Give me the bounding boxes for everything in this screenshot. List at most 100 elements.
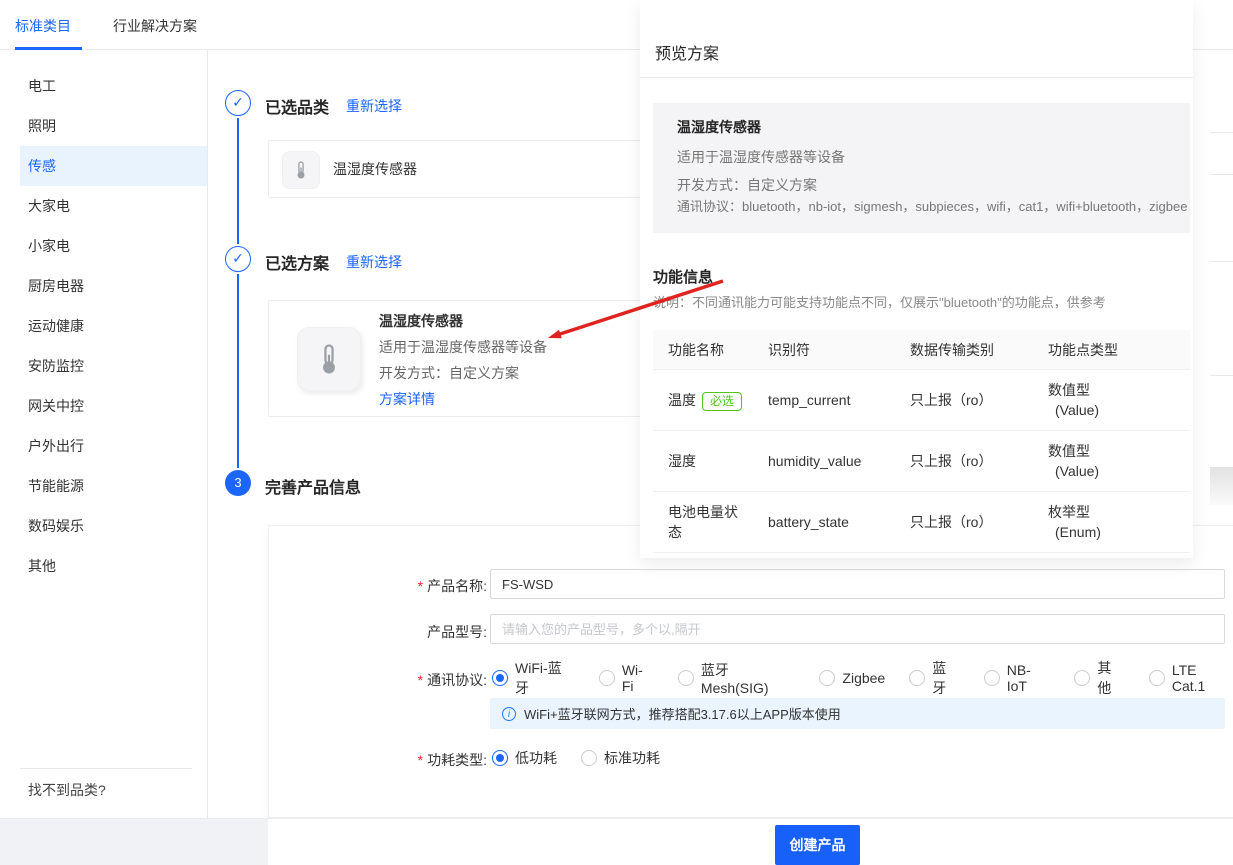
radio-checked-icon — [492, 670, 508, 686]
sidebar-item-electrician[interactable]: 电工 — [20, 66, 207, 106]
protocol-option-other[interactable]: 其他 — [1074, 658, 1124, 698]
protocol-label: 通讯协议: — [300, 670, 487, 690]
radio-icon — [1074, 670, 1090, 686]
sidebar-item-lighting[interactable]: 照明 — [20, 106, 207, 146]
info-icon: i — [502, 707, 516, 721]
cannot-find-category-link[interactable]: 找不到品类? — [28, 780, 106, 800]
col-transfer-type: 数据传输类别 — [910, 340, 1048, 360]
function-name: 湿度 — [668, 451, 768, 471]
radio-checked-icon — [492, 750, 508, 766]
sidebar-item-other[interactable]: 其他 — [20, 546, 207, 586]
sidebar-item-kitchen-appliance[interactable]: 厨房电器 — [20, 266, 207, 306]
step3-number: 3 — [234, 475, 241, 490]
radio-icon — [581, 750, 597, 766]
preview-solution-description: 适用于温湿度传感器等设备 — [677, 147, 1166, 167]
active-tab-underline — [15, 47, 82, 50]
protocol-option-wifi-ble[interactable]: WiFi-蓝牙 — [492, 658, 575, 698]
radio-icon — [984, 670, 1000, 686]
preview-dev-mode: 开发方式：自定义方案 — [677, 175, 1166, 195]
step3-number-circle: 3 — [225, 470, 251, 496]
protocol-option-ble-mesh[interactable]: 蓝牙Mesh(SIG) — [678, 660, 796, 696]
power-type-radio-group: 低功耗 标准功耗 — [492, 748, 660, 768]
sidebar-item-sensor[interactable]: 传感 — [20, 146, 207, 186]
preview-title-divider — [640, 77, 1193, 78]
function-identifier: temp_current — [768, 392, 910, 408]
protocol-option-zigbee[interactable]: Zigbee — [819, 670, 885, 686]
footer-bar — [268, 819, 1233, 865]
function-table: 功能名称 识别符 数据传输类别 功能点类型 温度必选 temp_current … — [653, 330, 1190, 553]
tab-industry-solution[interactable]: 行业解决方案 — [113, 16, 197, 36]
preview-solution-name: 温湿度传感器 — [677, 117, 1166, 137]
step-connector-line — [237, 274, 239, 468]
function-identifier: humidity_value — [768, 453, 910, 469]
function-type: 数值型 — [1048, 441, 1190, 461]
solution-detail-link[interactable]: 方案详情 — [379, 386, 547, 412]
power-type-label: 功耗类型: — [300, 750, 487, 770]
required-badge: 必选 — [702, 392, 742, 411]
create-product-button[interactable]: 创建产品 — [775, 825, 860, 865]
function-identifier: battery_state — [768, 514, 910, 530]
sidebar-item-energy[interactable]: 节能能源 — [20, 466, 207, 506]
thermometer-icon — [297, 327, 361, 391]
step3-title: 完善产品信息 — [265, 474, 361, 498]
function-info-title: 功能信息 — [653, 266, 713, 287]
sidebar-item-large-appliance[interactable]: 大家电 — [20, 186, 207, 226]
category-sidebar: 电工 照明 传感 大家电 小家电 厨房电器 运动健康 安防监控 网关中控 户外出… — [0, 66, 207, 586]
sidebar-item-security-monitor[interactable]: 安防监控 — [20, 346, 207, 386]
col-identifier: 识别符 — [768, 340, 910, 360]
radio-icon — [819, 670, 835, 686]
solution-name: 温湿度传感器 — [379, 308, 547, 334]
protocol-option-bluetooth[interactable]: 蓝牙 — [909, 658, 959, 698]
protocol-option-nbiot[interactable]: NB-IoT — [984, 662, 1051, 694]
protocol-option-wifi[interactable]: Wi-Fi — [599, 662, 654, 694]
function-type: 枚举型 — [1048, 502, 1190, 522]
function-info-note: 说明：不同通讯能力可能支持功能点不同，仅展示"bluetooth"的功能点，供参… — [653, 292, 1106, 311]
preview-protocols: 通讯协议：bluetooth，nb-iot，sigmesh，subpieces，… — [677, 197, 1166, 217]
create-product-page: 标准类目 行业解决方案 电工 照明 传感 大家电 小家电 厨房电器 运动健康 安… — [0, 0, 1233, 865]
check-icon: ✓ — [232, 250, 244, 266]
step1-reselect-link[interactable]: 重新选择 — [346, 96, 402, 116]
underlying-edge-fragment — [1210, 467, 1233, 505]
sidebar-item-gateway[interactable]: 网关中控 — [20, 386, 207, 426]
sidebar-divider — [207, 50, 208, 818]
radio-icon — [678, 670, 694, 686]
power-option-low[interactable]: 低功耗 — [492, 748, 557, 768]
solution-dev-mode: 开发方式：自定义方案 — [379, 360, 547, 386]
footer-background — [0, 819, 268, 865]
col-datapoint-type: 功能点类型 — [1048, 340, 1190, 360]
step2-reselect-link[interactable]: 重新选择 — [346, 252, 402, 272]
check-icon: ✓ — [232, 94, 244, 110]
protocol-radio-group: WiFi-蓝牙 Wi-Fi 蓝牙Mesh(SIG) Zigbee 蓝牙 NB-I… — [492, 668, 1233, 688]
step1-status-circle: ✓ — [225, 90, 251, 116]
function-name: 电池电量状态 — [668, 502, 768, 542]
sidebar-item-sport-health[interactable]: 运动健康 — [20, 306, 207, 346]
function-type: 数值型 — [1048, 380, 1190, 400]
function-transfer: 只上报（ro） — [910, 451, 1048, 471]
sidebar-footer-divider — [20, 768, 192, 769]
product-name-input[interactable] — [490, 569, 1225, 599]
preview-panel-title: 预览方案 — [655, 40, 719, 64]
solution-preview-panel: 预览方案 温湿度传感器 适用于温湿度传感器等设备 开发方式：自定义方案 通讯协议… — [640, 0, 1193, 558]
underlying-edge-fragment — [1210, 261, 1233, 262]
table-row-temperature: 温度必选 temp_current 只上报（ro） 数值型 (Value) — [653, 370, 1190, 431]
power-option-standard[interactable]: 标准功耗 — [581, 748, 660, 768]
product-model-input[interactable] — [490, 614, 1225, 644]
function-type-sub: (Enum) — [1048, 522, 1190, 542]
step2-status-circle: ✓ — [225, 246, 251, 272]
col-function-name: 功能名称 — [668, 340, 768, 360]
radio-icon — [1149, 670, 1165, 686]
function-transfer: 只上报（ro） — [910, 390, 1048, 410]
selected-category-name: 温湿度传感器 — [333, 141, 417, 197]
sidebar-item-small-appliance[interactable]: 小家电 — [20, 226, 207, 266]
product-model-label: 产品型号: — [300, 622, 487, 642]
protocol-option-lte-cat1[interactable]: LTE Cat.1 — [1149, 662, 1233, 694]
underlying-edge-fragment — [1210, 132, 1233, 133]
radio-icon — [599, 670, 615, 686]
underlying-edge-fragment — [1210, 375, 1233, 376]
function-transfer: 只上报（ro） — [910, 512, 1048, 532]
tab-standard-category[interactable]: 标准类目 — [15, 16, 71, 36]
step1-title: 已选品类 — [265, 94, 329, 118]
sidebar-item-digital-entertainment[interactable]: 数码娱乐 — [20, 506, 207, 546]
sidebar-item-outdoor[interactable]: 户外出行 — [20, 426, 207, 466]
solution-summary-box: 温湿度传感器 适用于温湿度传感器等设备 开发方式：自定义方案 通讯协议：blue… — [653, 103, 1190, 233]
